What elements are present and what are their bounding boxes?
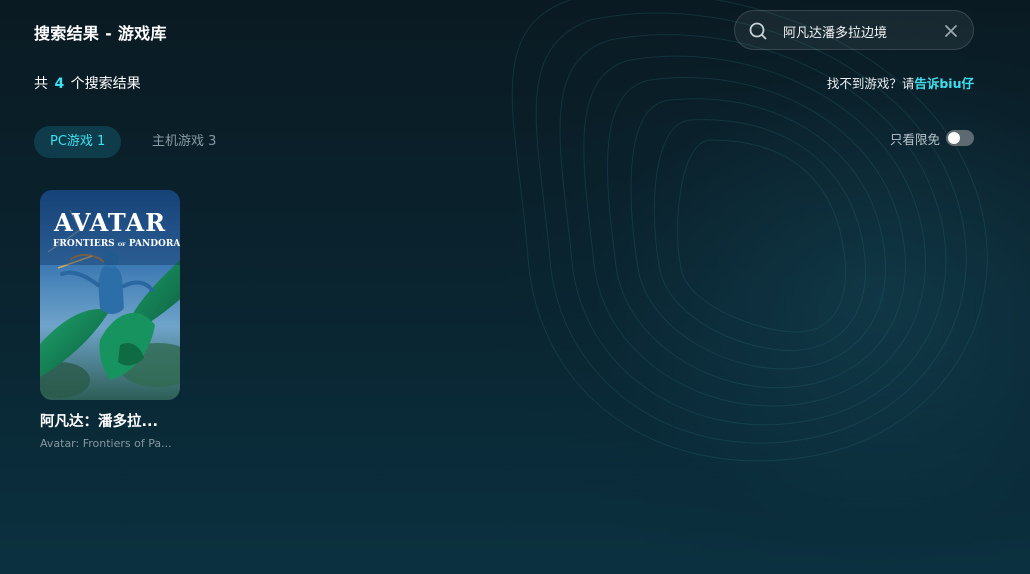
free-only-filter: 只看限免 bbox=[890, 128, 974, 148]
search-icon[interactable] bbox=[748, 21, 768, 41]
tab-console-games[interactable]: 主机游戏 3 bbox=[152, 126, 216, 158]
game-english-title: Avatar: Frontiers of Pa... bbox=[40, 437, 172, 450]
cover-subtitle-of: OF bbox=[118, 242, 126, 248]
not-found-text: 找不到游戏？请 bbox=[826, 76, 915, 91]
tab-pc-games[interactable]: PC游戏 1 bbox=[34, 126, 122, 158]
svg-text:FRONTIERS OF PANDO: FRONTIERS OF PANDORA bbox=[53, 239, 180, 249]
game-card[interactable]: AVATAR FRONTIERS OF PANDORA 阿凡达：潘多拉... A… bbox=[40, 190, 180, 450]
result-count-number: 4 bbox=[54, 76, 65, 92]
cover-subtitle-right: PANDORA bbox=[129, 239, 180, 249]
toggle-knob bbox=[948, 132, 960, 144]
cover-title: AVATAR bbox=[53, 208, 166, 237]
result-count-suffix: 个搜索结果 bbox=[70, 76, 141, 92]
result-count: 共 4 个搜索结果 bbox=[34, 73, 141, 93]
page-title: 搜索结果 - 游戏库 bbox=[34, 24, 167, 43]
search-input[interactable]: 阿凡达潘多拉边境 bbox=[783, 22, 887, 41]
result-count-prefix: 共 bbox=[34, 76, 48, 92]
cover-subtitle-left: FRONTIERS bbox=[53, 239, 115, 249]
close-icon[interactable] bbox=[943, 23, 959, 39]
free-only-label: 只看限免 bbox=[889, 131, 940, 147]
game-title[interactable]: 阿凡达：潘多拉... bbox=[40, 410, 180, 431]
search-box[interactable]: 阿凡达潘多拉边境 bbox=[734, 10, 974, 50]
not-found-hint: 找不到游戏？请告诉biu仔 bbox=[827, 73, 974, 92]
report-link[interactable]: 告诉biu仔 bbox=[914, 76, 974, 91]
free-only-toggle[interactable] bbox=[946, 130, 974, 146]
game-cover-image[interactable]: AVATAR FRONTIERS OF PANDORA bbox=[40, 190, 180, 400]
